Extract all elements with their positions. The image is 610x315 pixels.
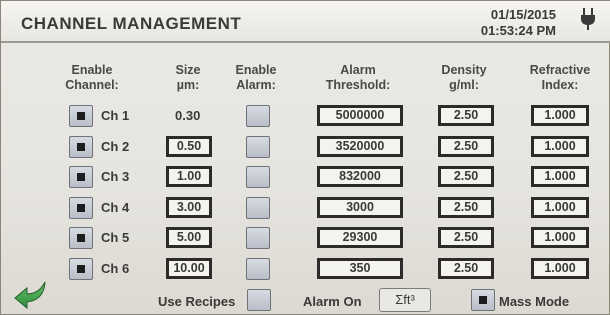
channel-row: Ch 5 5.00 29300 2.50 1.000 (1, 225, 610, 251)
channel-row: Ch 4 3.00 3000 2.50 1.000 (1, 195, 610, 221)
alarm-units-button[interactable]: Σft³ (379, 288, 431, 312)
alarm-enable-checkbox[interactable] (246, 105, 270, 127)
header-bar: CHANNEL MANAGEMENT 01/15/2015 01:53:24 P… (1, 1, 610, 43)
channel-enable-checkbox[interactable] (69, 135, 93, 158)
col-head-alarm-threshold-l2: Threshold: (325, 78, 391, 92)
alarm-enable-checkbox[interactable] (246, 166, 270, 188)
size-input[interactable]: 10.00 (166, 257, 212, 279)
channel-label: Ch 3 (101, 169, 130, 184)
channel-enable-checkbox[interactable] (69, 227, 93, 249)
refractive-index-input[interactable]: 1.000 (531, 105, 589, 126)
refractive-index-input[interactable]: 1.000 (531, 135, 589, 157)
date-text: 01/15/2015 (490, 7, 556, 22)
channel-management-screen: CHANNEL MANAGEMENT 01/15/2015 01:53:24 P… (0, 0, 610, 315)
channel-enable-checkbox[interactable] (69, 166, 93, 188)
density-input[interactable]: 2.50 (438, 105, 494, 126)
page-title: CHANNEL MANAGEMENT (21, 14, 242, 33)
size-input[interactable]: 3.00 (166, 196, 212, 218)
datetime-display: 01/15/2015 01:53:24 PM (481, 7, 556, 39)
mass-mode-checkbox[interactable] (471, 289, 495, 311)
col-head-refractive-index: Refractive Index: (521, 63, 599, 93)
col-head-enable-alarm-l2: Alarm: (236, 78, 276, 92)
channel-label: Ch 5 (101, 230, 130, 245)
channel-row: Ch 6 10.00 350 2.50 1.000 (1, 256, 610, 282)
alarm-threshold-input[interactable]: 3520000 (317, 135, 403, 157)
channel-label: Ch 1 (101, 108, 130, 123)
col-head-enable-channel-l1: Enable (71, 63, 113, 77)
alarm-threshold-input[interactable]: 29300 (317, 227, 403, 248)
alarm-enable-checkbox[interactable] (246, 227, 270, 249)
col-head-alarm-threshold-l1: Alarm (340, 63, 376, 77)
channel-label: Ch 4 (101, 199, 130, 215)
col-head-size: Size µm: (163, 63, 213, 93)
channel-enable-checkbox[interactable] (69, 196, 93, 219)
col-head-enable-alarm-l1: Enable (235, 63, 277, 77)
channel-enable-checkbox[interactable] (69, 257, 93, 280)
alarm-threshold-input[interactable]: 3000 (317, 196, 403, 218)
refractive-index-input[interactable]: 1.000 (531, 257, 589, 279)
size-input[interactable]: 5.00 (166, 227, 212, 248)
plug-icon (581, 8, 595, 30)
density-input[interactable]: 2.50 (438, 257, 494, 279)
channel-label: Ch 2 (101, 138, 130, 154)
channel-row: Ch 1 0.30 5000000 2.50 1.000 (1, 103, 610, 129)
alarm-threshold-input[interactable]: 350 (317, 257, 403, 279)
col-head-density-l2: g/ml: (449, 78, 479, 92)
channel-label: Ch 6 (101, 260, 130, 276)
density-input[interactable]: 2.50 (438, 135, 494, 157)
col-head-alarm-threshold: Alarm Threshold: (317, 63, 399, 93)
col-head-refractive-l2: Index: (541, 78, 579, 92)
channel-enable-checkbox[interactable] (69, 105, 93, 127)
use-recipes-label: Use Recipes (158, 294, 236, 309)
density-input[interactable]: 2.50 (438, 227, 494, 248)
col-head-enable-channel: Enable Channel: (65, 63, 119, 93)
use-recipes-checkbox[interactable] (247, 289, 271, 311)
size-value: 0.30 (175, 108, 201, 123)
col-head-refractive-l1: Refractive (529, 63, 591, 77)
alarm-enable-checkbox[interactable] (246, 135, 270, 158)
col-head-size-l1: Size (175, 63, 201, 77)
size-input[interactable]: 0.50 (166, 135, 212, 157)
col-head-density-l1: Density (441, 63, 487, 77)
back-arrow-icon[interactable] (11, 276, 51, 310)
refractive-index-input[interactable]: 1.000 (531, 166, 589, 187)
col-head-enable-alarm: Enable Alarm: (231, 63, 281, 93)
alarm-enable-checkbox[interactable] (246, 257, 270, 280)
mass-mode-label: Mass Mode (499, 294, 570, 309)
refractive-index-input[interactable]: 1.000 (531, 227, 589, 248)
alarm-threshold-input[interactable]: 832000 (317, 166, 403, 187)
time-text: 01:53:24 PM (480, 23, 556, 38)
size-input[interactable]: 1.00 (166, 166, 212, 187)
alarm-on-label: Alarm On (303, 294, 362, 309)
density-input[interactable]: 2.50 (438, 196, 494, 218)
col-head-density: Density g/ml: (434, 63, 494, 93)
alarm-enable-checkbox[interactable] (246, 196, 270, 219)
density-input[interactable]: 2.50 (438, 166, 494, 187)
col-head-size-l2: µm: (176, 78, 200, 92)
channel-row: Ch 2 0.50 3520000 2.50 1.000 (1, 134, 610, 160)
refractive-index-input[interactable]: 1.000 (531, 196, 589, 218)
alarm-threshold-input[interactable]: 5000000 (317, 105, 403, 126)
col-head-enable-channel-l2: Channel: (65, 78, 119, 92)
channel-row: Ch 3 1.00 832000 2.50 1.000 (1, 164, 610, 190)
